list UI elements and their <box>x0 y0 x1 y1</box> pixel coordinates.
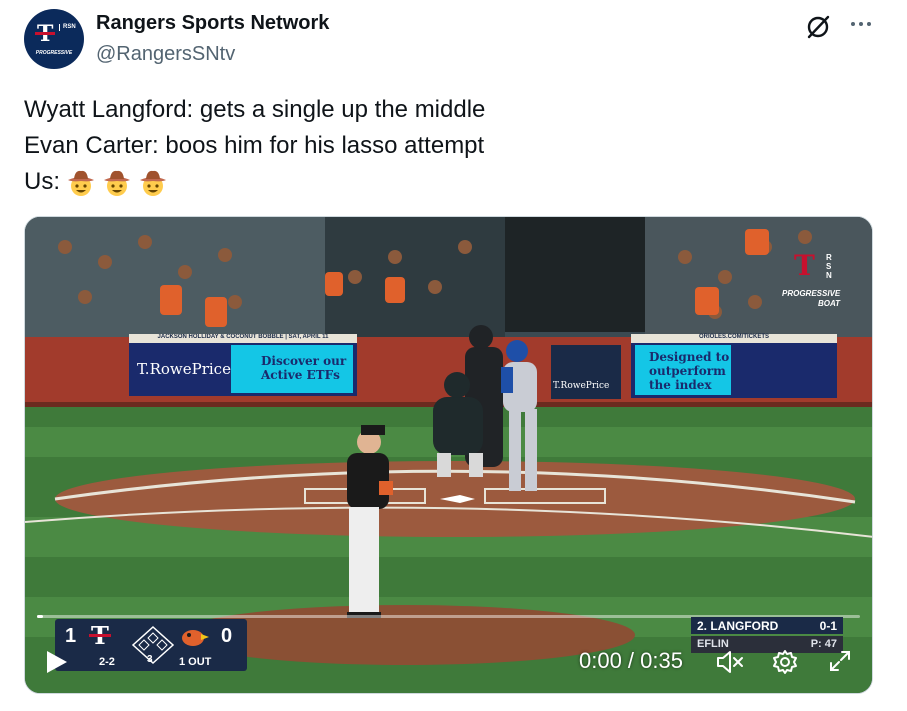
fullscreen-icon[interactable] <box>828 649 852 673</box>
more-options-icon[interactable] <box>847 12 875 36</box>
rsn-watermark-letter: T <box>794 249 815 282</box>
ad-left-brand: T.RowePrice <box>137 360 231 378</box>
tweet-text: Wyatt Langford: gets a single up the mid… <box>24 92 485 200</box>
settings-gear-icon[interactable] <box>772 649 798 675</box>
cowboy-face-emoji-icon <box>68 170 94 196</box>
ad-left-slogan-2: Active ETFs <box>261 368 340 382</box>
grok-icon[interactable] <box>805 14 831 40</box>
orioles-logo-icon <box>182 630 209 646</box>
video-time: 0:00 / 0:35 <box>579 648 683 673</box>
pitch-count: 2-2 <box>99 656 115 668</box>
rsn-watermark-logo: T RSN PROGRESSIVE BOAT <box>782 249 848 309</box>
home-score: 0 <box>221 625 233 647</box>
ad-right-slogan-2: outperform <box>649 364 726 378</box>
ad-left-banner: JACKSON HOLLIDAY & COCONUT BOBBLE | SAT,… <box>157 334 329 340</box>
inning: 3 <box>147 654 153 665</box>
tweet-line-2: Evan Carter: boos him for his lasso atte… <box>24 132 485 159</box>
rsn-watermark-tagline-2: BOAT <box>818 299 841 308</box>
video-player[interactable]: JACKSON HOLLIDAY & COCONUT BOBBLE | SAT,… <box>24 216 873 694</box>
pitcher-row: EFLIN P: 47 <box>691 636 843 653</box>
avatar-logo-letter: T <box>34 21 56 47</box>
cowboy-face-emoji-icon <box>104 170 130 196</box>
author-name[interactable]: Rangers Sports Network <box>96 12 329 35</box>
cowboy-face-emoji-icon <box>140 170 166 196</box>
bases-diamond-icon <box>131 625 175 665</box>
emoji-row <box>66 168 168 198</box>
avatar-tagline: PROGRESSIVE <box>35 50 73 56</box>
ad-right-banner: ORIOLES.COM/TICKETS <box>698 334 769 340</box>
author-handle[interactable]: @RangersSNtv <box>96 43 235 66</box>
ad-right-slogan-3: the index <box>649 378 712 392</box>
rsn-watermark-rsn: RSN <box>826 253 832 280</box>
play-icon[interactable] <box>45 649 69 675</box>
ad-left-slogan-1: Discover our <box>261 354 347 368</box>
tweet-line-3: Us: <box>24 164 485 200</box>
outs: 1 OUT <box>179 656 212 668</box>
batter-info: 2. LANGFORD 0-1 EFLIN P: 47 <box>691 617 843 653</box>
batter-row: 2. LANGFORD 0-1 <box>691 617 843 634</box>
tweet-line-3-text: Us: <box>24 168 60 195</box>
rsn-watermark-tagline: PROGRESSIVE <box>782 289 841 298</box>
batter-name: 2. LANGFORD <box>697 619 779 633</box>
away-score: 1 <box>65 625 77 647</box>
author-avatar[interactable]: T RSN PROGRESSIVE <box>24 9 84 69</box>
mute-icon[interactable] <box>715 649 745 675</box>
scorebug: 1 T 3 0 2-2 1 OUT <box>55 619 247 671</box>
rangers-logo-icon: T <box>89 621 111 650</box>
ad-right-slogan-1: Designed to <box>649 350 730 364</box>
avatar-rsn-text: RSN <box>59 24 76 31</box>
ad-center-brand: T.RowePrice <box>553 381 610 391</box>
tweet-line-1: Wyatt Langford: gets a single up the mid… <box>24 96 486 123</box>
batter-stat: 0-1 <box>819 619 837 633</box>
video-progress-fill <box>37 615 43 618</box>
